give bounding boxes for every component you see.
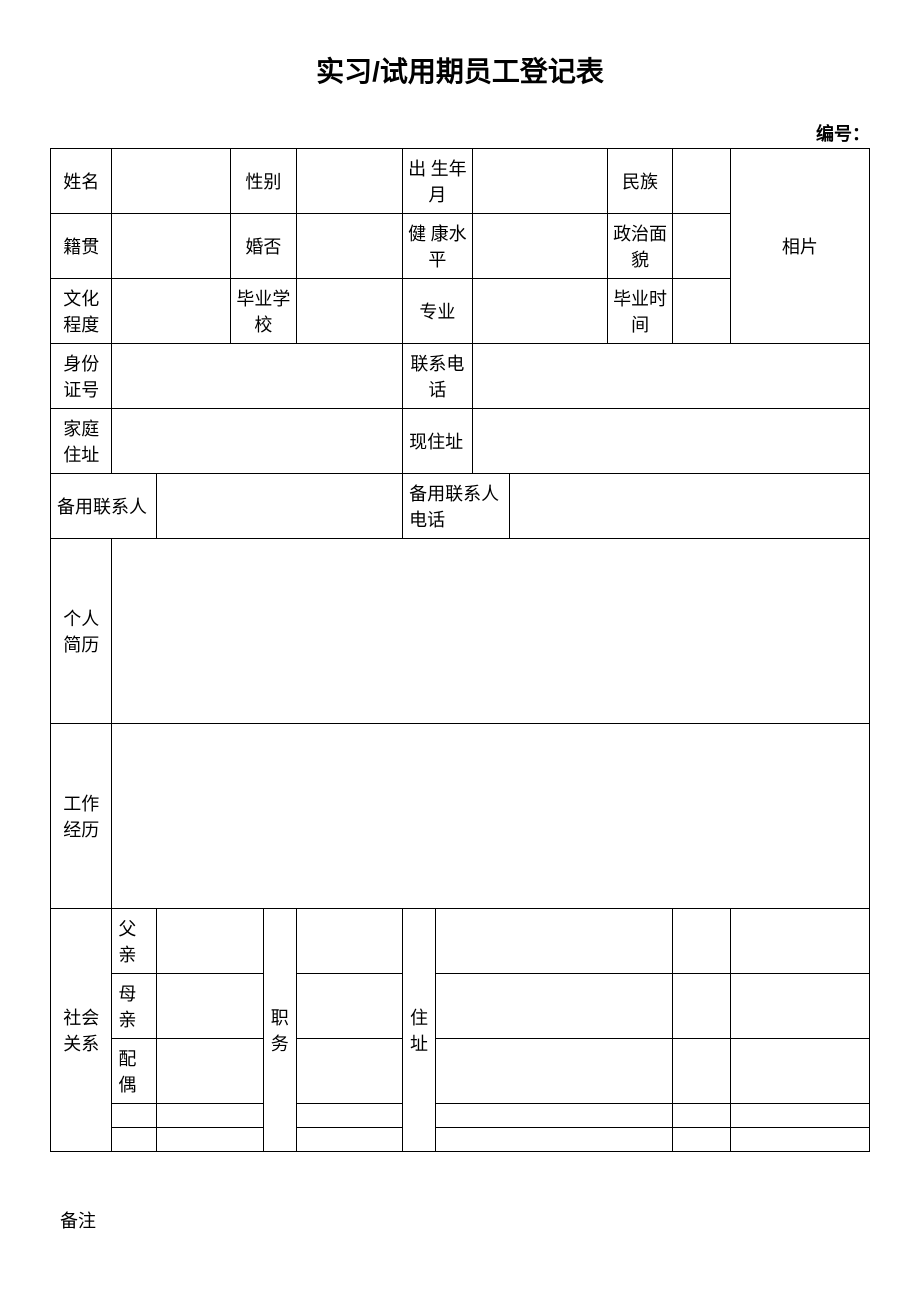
value-married[interactable] [296, 214, 402, 279]
value-rel4addr[interactable] [435, 1104, 672, 1128]
label-backupcontact: 备用联系人 [51, 474, 157, 539]
value-major[interactable] [472, 279, 607, 344]
value-motherextra[interactable] [730, 974, 869, 1039]
value-fatherlbl2[interactable] [673, 909, 730, 974]
label-workexp: 工作经历 [51, 724, 112, 909]
value-workexp[interactable] [112, 724, 870, 909]
value-rel4lbl2[interactable] [673, 1104, 730, 1128]
label-rel5[interactable] [112, 1128, 157, 1152]
value-rel5name[interactable] [157, 1128, 263, 1152]
label-native: 籍贯 [51, 214, 112, 279]
value-gradtime[interactable] [673, 279, 730, 344]
value-spousepos[interactable] [296, 1039, 402, 1104]
value-native[interactable] [112, 214, 231, 279]
label-mother: 母亲 [112, 974, 157, 1039]
label-political: 政治面貌 [607, 214, 673, 279]
label-remarks: 备注 [50, 1207, 870, 1233]
value-homeaddr[interactable] [112, 409, 403, 474]
label-position: 职务 [263, 909, 296, 1152]
value-spouseaddr[interactable] [435, 1039, 672, 1104]
value-gender[interactable] [296, 149, 402, 214]
label-resume: 个人简历 [51, 539, 112, 724]
label-health: 健 康水平 [403, 214, 473, 279]
value-motherpos[interactable] [296, 974, 402, 1039]
label-homeaddr: 家庭住址 [51, 409, 112, 474]
value-motherlbl2[interactable] [673, 974, 730, 1039]
label-married: 婚否 [231, 214, 297, 279]
label-address: 住址 [403, 909, 436, 1152]
value-idno[interactable] [112, 344, 403, 409]
photo-cell[interactable]: 相片 [730, 149, 869, 344]
label-major: 专业 [403, 279, 473, 344]
value-education[interactable] [112, 279, 231, 344]
value-rel5pos[interactable] [296, 1128, 402, 1152]
value-fatherpos[interactable] [296, 909, 402, 974]
label-rel4[interactable] [112, 1104, 157, 1128]
value-fatheraddr[interactable] [435, 909, 672, 974]
label-social: 社会关系 [51, 909, 112, 1152]
label-school: 毕业学校 [231, 279, 297, 344]
label-backupphone: 备用联系人电话 [403, 474, 509, 539]
form-title: 实习/试用期员工登记表 [50, 50, 870, 90]
value-spouselbl2[interactable] [673, 1039, 730, 1104]
value-spouseextra[interactable] [730, 1039, 869, 1104]
value-birth[interactable] [472, 149, 607, 214]
value-name[interactable] [112, 149, 231, 214]
value-rel4pos[interactable] [296, 1104, 402, 1128]
value-phone[interactable] [472, 344, 869, 409]
value-resume[interactable] [112, 539, 870, 724]
value-backupphone[interactable] [509, 474, 869, 539]
registration-table: 姓名 性别 出 生年月 民族 相片 籍贯 婚否 健 康水平 政治面貌 文化程度 … [50, 148, 870, 1152]
value-rel5extra[interactable] [730, 1128, 869, 1152]
label-name: 姓名 [51, 149, 112, 214]
value-school[interactable] [296, 279, 402, 344]
value-political[interactable] [673, 214, 730, 279]
label-phone: 联系电话 [403, 344, 473, 409]
value-rel4name[interactable] [157, 1104, 263, 1128]
value-fatherextra[interactable] [730, 909, 869, 974]
value-curraddr[interactable] [472, 409, 869, 474]
label-education: 文化程度 [51, 279, 112, 344]
doc-number-label: 编号： [50, 120, 870, 146]
label-ethnic: 民族 [607, 149, 673, 214]
value-fathername[interactable] [157, 909, 263, 974]
value-mothername[interactable] [157, 974, 263, 1039]
value-rel5addr[interactable] [435, 1128, 672, 1152]
label-gender: 性别 [231, 149, 297, 214]
value-health[interactable] [472, 214, 607, 279]
value-rel4extra[interactable] [730, 1104, 869, 1128]
value-ethnic[interactable] [673, 149, 730, 214]
value-rel5lbl2[interactable] [673, 1128, 730, 1152]
label-idno: 身份证号 [51, 344, 112, 409]
label-curraddr: 现住址 [403, 409, 473, 474]
value-spousename[interactable] [157, 1039, 263, 1104]
value-backupcontact[interactable] [157, 474, 403, 539]
value-motheraddr[interactable] [435, 974, 672, 1039]
label-spouse: 配偶 [112, 1039, 157, 1104]
label-gradtime: 毕业时间 [607, 279, 673, 344]
label-father: 父亲 [112, 909, 157, 974]
label-birth: 出 生年月 [403, 149, 473, 214]
